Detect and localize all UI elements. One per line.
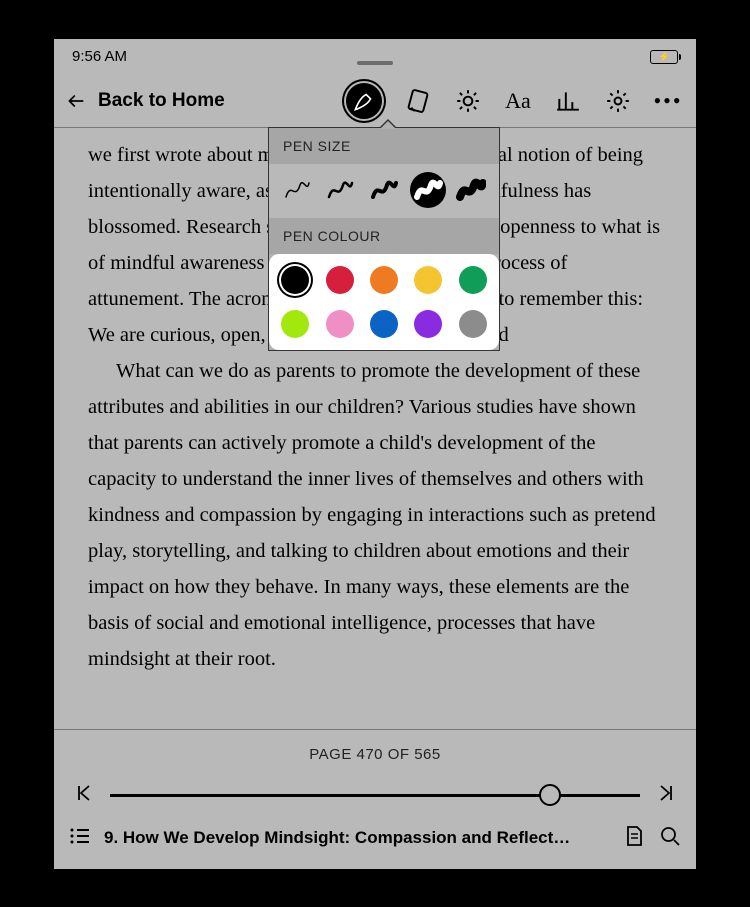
settings-button[interactable] (604, 87, 632, 115)
back-label: Back to Home (98, 90, 225, 112)
pen-colour-header: PEN COLOUR (269, 218, 499, 254)
rotation-lock-button[interactable] (404, 87, 432, 115)
progress-slider[interactable] (110, 794, 640, 797)
pen-size-option-2[interactable] (322, 172, 358, 208)
rotation-icon (405, 88, 431, 114)
colour-swatch-6[interactable] (281, 310, 309, 338)
chapter-title[interactable]: 9. How We Develop Mindsight: Compassion … (104, 828, 610, 848)
reader-screen: 9:56 AM ⚡ Back to Home (54, 39, 696, 869)
clock: 9:56 AM (72, 48, 127, 65)
pen-settings-popover: PEN SIZE PEN COLOUR (268, 127, 500, 351)
paragraph: What can we do as parents to promote the… (88, 353, 662, 677)
drag-handle[interactable] (357, 61, 393, 65)
jump-back-button[interactable] (72, 781, 96, 810)
pen-size-option-1[interactable] (279, 172, 315, 208)
pen-tool-button[interactable] (346, 83, 382, 119)
colour-swatch-9[interactable] (414, 310, 442, 338)
colour-swatch-10[interactable] (459, 310, 487, 338)
colour-swatch-7[interactable] (326, 310, 354, 338)
notes-button[interactable] (622, 824, 646, 853)
pen-size-row (269, 164, 499, 218)
slider-thumb[interactable] (539, 784, 561, 806)
colour-swatch-8[interactable] (370, 310, 398, 338)
status-bar: 9:56 AM ⚡ (54, 39, 696, 75)
back-to-home-button[interactable]: Back to Home (66, 90, 225, 112)
pen-size-option-5[interactable] (453, 172, 489, 208)
brightness-icon (455, 88, 481, 114)
jump-forward-button[interactable] (654, 781, 678, 810)
pen-size-option-4[interactable] (410, 172, 446, 208)
bar-chart-icon (555, 88, 581, 114)
toc-button[interactable] (68, 824, 92, 853)
brightness-button[interactable] (454, 87, 482, 115)
pen-icon (351, 88, 377, 114)
battery-icon: ⚡ (650, 50, 678, 64)
progress-row (54, 781, 696, 810)
toolbar-icon-group: Aa ••• (346, 83, 682, 119)
search-button[interactable] (658, 824, 682, 853)
colour-swatch-2[interactable] (326, 266, 354, 294)
colour-swatch-5[interactable] (459, 266, 487, 294)
pen-size-option-3[interactable] (366, 172, 402, 208)
top-toolbar: Back to Home (54, 75, 696, 127)
colour-swatch-1[interactable] (281, 266, 309, 294)
more-button[interactable]: ••• (654, 87, 682, 115)
colour-swatch-3[interactable] (370, 266, 398, 294)
pen-colour-grid (269, 254, 499, 350)
font-settings-button[interactable]: Aa (504, 87, 532, 115)
stats-button[interactable] (554, 87, 582, 115)
colour-swatch-4[interactable] (414, 266, 442, 294)
page-indicator: PAGE 470 OF 565 (54, 746, 696, 763)
reader-footer: PAGE 470 OF 565 9. How We Develop Mindsi… (54, 729, 696, 869)
pen-size-header: PEN SIZE (269, 128, 499, 164)
arrow-left-icon (66, 91, 86, 111)
gear-icon (605, 88, 631, 114)
